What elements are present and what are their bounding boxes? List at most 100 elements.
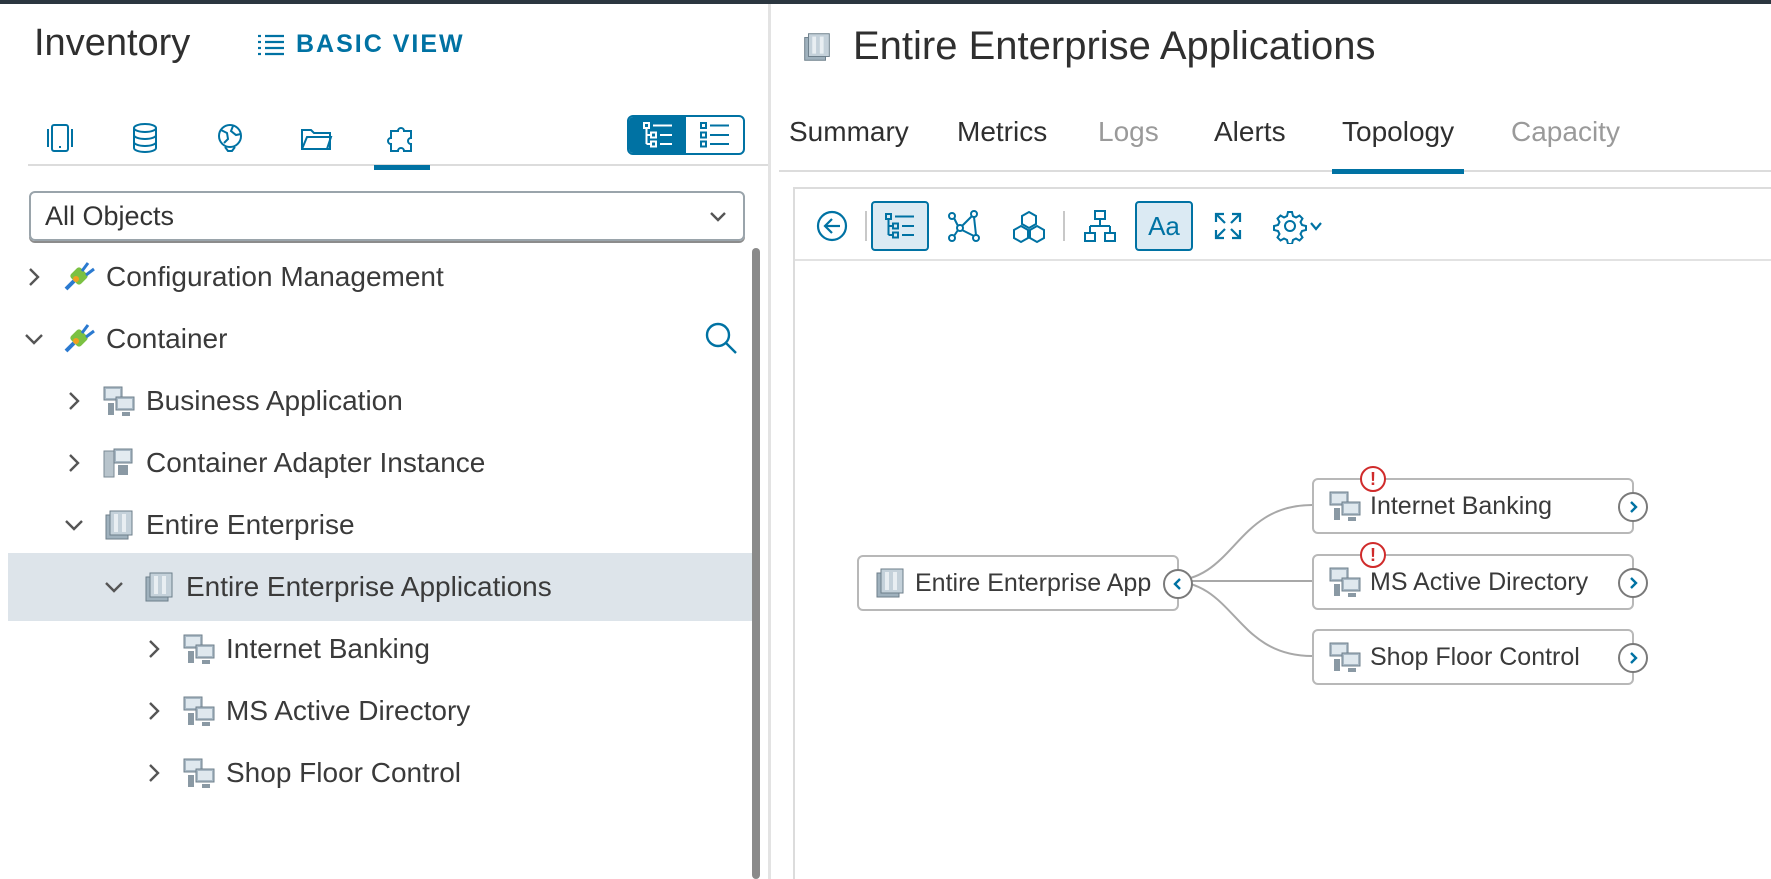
folder-icon	[301, 129, 333, 150]
show-labels-toggle[interactable]: Aa	[1135, 201, 1193, 251]
tree-row-configuration-management[interactable]: Configuration Management	[8, 243, 753, 311]
topology-node-label: Internet Banking	[1370, 491, 1553, 520]
tab-networks[interactable]	[202, 114, 258, 162]
tree-view-toggle	[627, 115, 745, 155]
collapse-button[interactable]	[1163, 569, 1193, 599]
object-tabs: Summary Metrics Logs Alerts Topology Cap…	[779, 108, 1771, 174]
topology-node-shop-floor-control[interactable]: Shop Floor Control	[1312, 629, 1648, 685]
tree-row-container[interactable]: Container	[8, 305, 753, 373]
chevron-right-icon	[1630, 652, 1638, 664]
fit-to-screen-button[interactable]	[1199, 201, 1257, 251]
tree-row-entire-enterprise[interactable]: Entire Enterprise	[8, 491, 753, 559]
chevron-left-icon	[1173, 578, 1181, 590]
chevron-down-icon[interactable]	[62, 513, 86, 537]
enterprise-icon	[876, 568, 904, 598]
application-icon	[1329, 567, 1361, 597]
chevron-right-icon[interactable]	[142, 699, 166, 723]
enterprise-icon	[145, 572, 173, 602]
tab-folders[interactable]	[288, 114, 344, 162]
object-details-panel: Entire Enterprise Applications Summary M…	[771, 4, 1771, 879]
chevron-right-icon[interactable]	[142, 637, 166, 661]
tree-view-button[interactable]	[629, 117, 686, 153]
tab-logs[interactable]: Logs	[1088, 116, 1169, 172]
topology-node-ms-active-directory[interactable]: ! MS Active Directory	[1312, 542, 1648, 610]
tree-row-ms-active-directory[interactable]: MS Active Directory	[8, 677, 753, 745]
tree-row-label: Entire Enterprise	[146, 509, 355, 540]
datastore-icon	[133, 123, 157, 154]
labels-toggle-text: Aa	[1148, 210, 1180, 241]
tree-list-icon	[642, 122, 672, 148]
settings-dropdown[interactable]	[1263, 201, 1333, 251]
basic-view-button[interactable]: BASIC VIEW	[256, 30, 465, 59]
tree-row-shop-floor-control[interactable]: Shop Floor Control	[8, 739, 753, 807]
expand-button[interactable]	[1618, 643, 1648, 673]
topology-node-label: MS Active Directory	[1370, 567, 1589, 596]
chevron-right-icon[interactable]	[142, 761, 166, 785]
hierarchy-icon	[1084, 210, 1116, 242]
tab-hosts[interactable]	[32, 114, 88, 162]
network-icon	[218, 124, 242, 152]
topology-node-label: Shop Floor Control	[1370, 642, 1580, 671]
tree-row-label: Shop Floor Control	[226, 757, 462, 788]
chevron-down-icon	[1310, 222, 1322, 231]
object-filter-select[interactable]: All Objects	[29, 191, 745, 241]
application-icon	[183, 634, 215, 664]
graph-layout-button[interactable]	[935, 201, 993, 251]
edge-internet-banking	[1169, 504, 1313, 582]
tab-environment[interactable]	[374, 114, 430, 170]
tab-datastores[interactable]	[117, 114, 173, 162]
chevron-right-icon	[1630, 501, 1638, 513]
edge-shop-floor-control	[1169, 580, 1313, 657]
cubes-icon	[1013, 210, 1045, 244]
application-icon	[183, 758, 215, 788]
tab-alerts[interactable]: Alerts	[1204, 116, 1296, 172]
toolbar-separator	[1063, 211, 1065, 241]
topology-node-internet-banking[interactable]: ! Internet Banking	[1312, 466, 1648, 534]
hosts-icon	[47, 124, 73, 152]
tree-row-label: Container	[106, 323, 228, 354]
tree-row-entire-enterprise-applications[interactable]: Entire Enterprise Applications	[8, 553, 753, 621]
chevron-right-icon[interactable]	[62, 451, 86, 475]
topology-graph: Entire Enterprise App ! Internet Banking…	[795, 263, 1771, 879]
tree-row-internet-banking[interactable]: Internet Banking	[8, 615, 753, 683]
back-button[interactable]	[803, 201, 861, 251]
topology-node-label: Entire Enterprise App	[915, 568, 1152, 597]
tree-row-label: Internet Banking	[226, 633, 430, 664]
chevron-right-icon[interactable]	[62, 389, 86, 413]
topology-node-root[interactable]: Entire Enterprise App	[857, 555, 1193, 611]
cluster-layout-button[interactable]	[1000, 201, 1058, 251]
expand-button[interactable]	[1618, 568, 1648, 598]
application-icon	[183, 696, 215, 726]
flat-list-icon	[699, 122, 729, 148]
flat-list-button[interactable]	[686, 117, 743, 153]
tree-row-label: Configuration Management	[106, 261, 444, 292]
inventory-title: Inventory	[34, 22, 191, 64]
tab-topology[interactable]: Topology	[1332, 116, 1465, 174]
tree-layout-button[interactable]	[871, 201, 929, 251]
back-arrow-icon	[816, 210, 848, 242]
tree-row-label: Business Application	[146, 385, 403, 416]
hierarchy-layout-button[interactable]	[1071, 201, 1129, 251]
enterprise-icon	[804, 32, 830, 61]
tree-row-business-application[interactable]: Business Application	[8, 367, 753, 435]
chevron-right-icon[interactable]	[22, 265, 46, 289]
chevron-right-icon	[1630, 577, 1638, 589]
adapter-plug-icon	[64, 262, 95, 291]
object-title-text: Entire Enterprise Applications	[853, 24, 1376, 68]
search-icon[interactable]	[703, 320, 739, 356]
tree-row-label: MS Active Directory	[226, 695, 471, 726]
puzzle-icon	[387, 127, 412, 152]
gear-icon	[1273, 211, 1307, 244]
tree-row-container-adapter-instance[interactable]: Container Adapter Instance	[8, 429, 753, 497]
chevron-down-icon[interactable]	[22, 327, 46, 351]
tab-summary[interactable]: Summary	[779, 116, 919, 172]
tree-scrollbar[interactable]	[752, 248, 760, 879]
application-icon	[103, 386, 135, 416]
expand-button[interactable]	[1618, 492, 1648, 522]
tree-list-icon	[885, 213, 914, 239]
tab-metrics[interactable]: Metrics	[947, 116, 1057, 172]
chevron-down-icon[interactable]	[102, 575, 126, 599]
application-icon	[1329, 491, 1361, 521]
adapter-instance-icon	[103, 448, 133, 478]
tab-capacity[interactable]: Capacity	[1501, 116, 1630, 172]
